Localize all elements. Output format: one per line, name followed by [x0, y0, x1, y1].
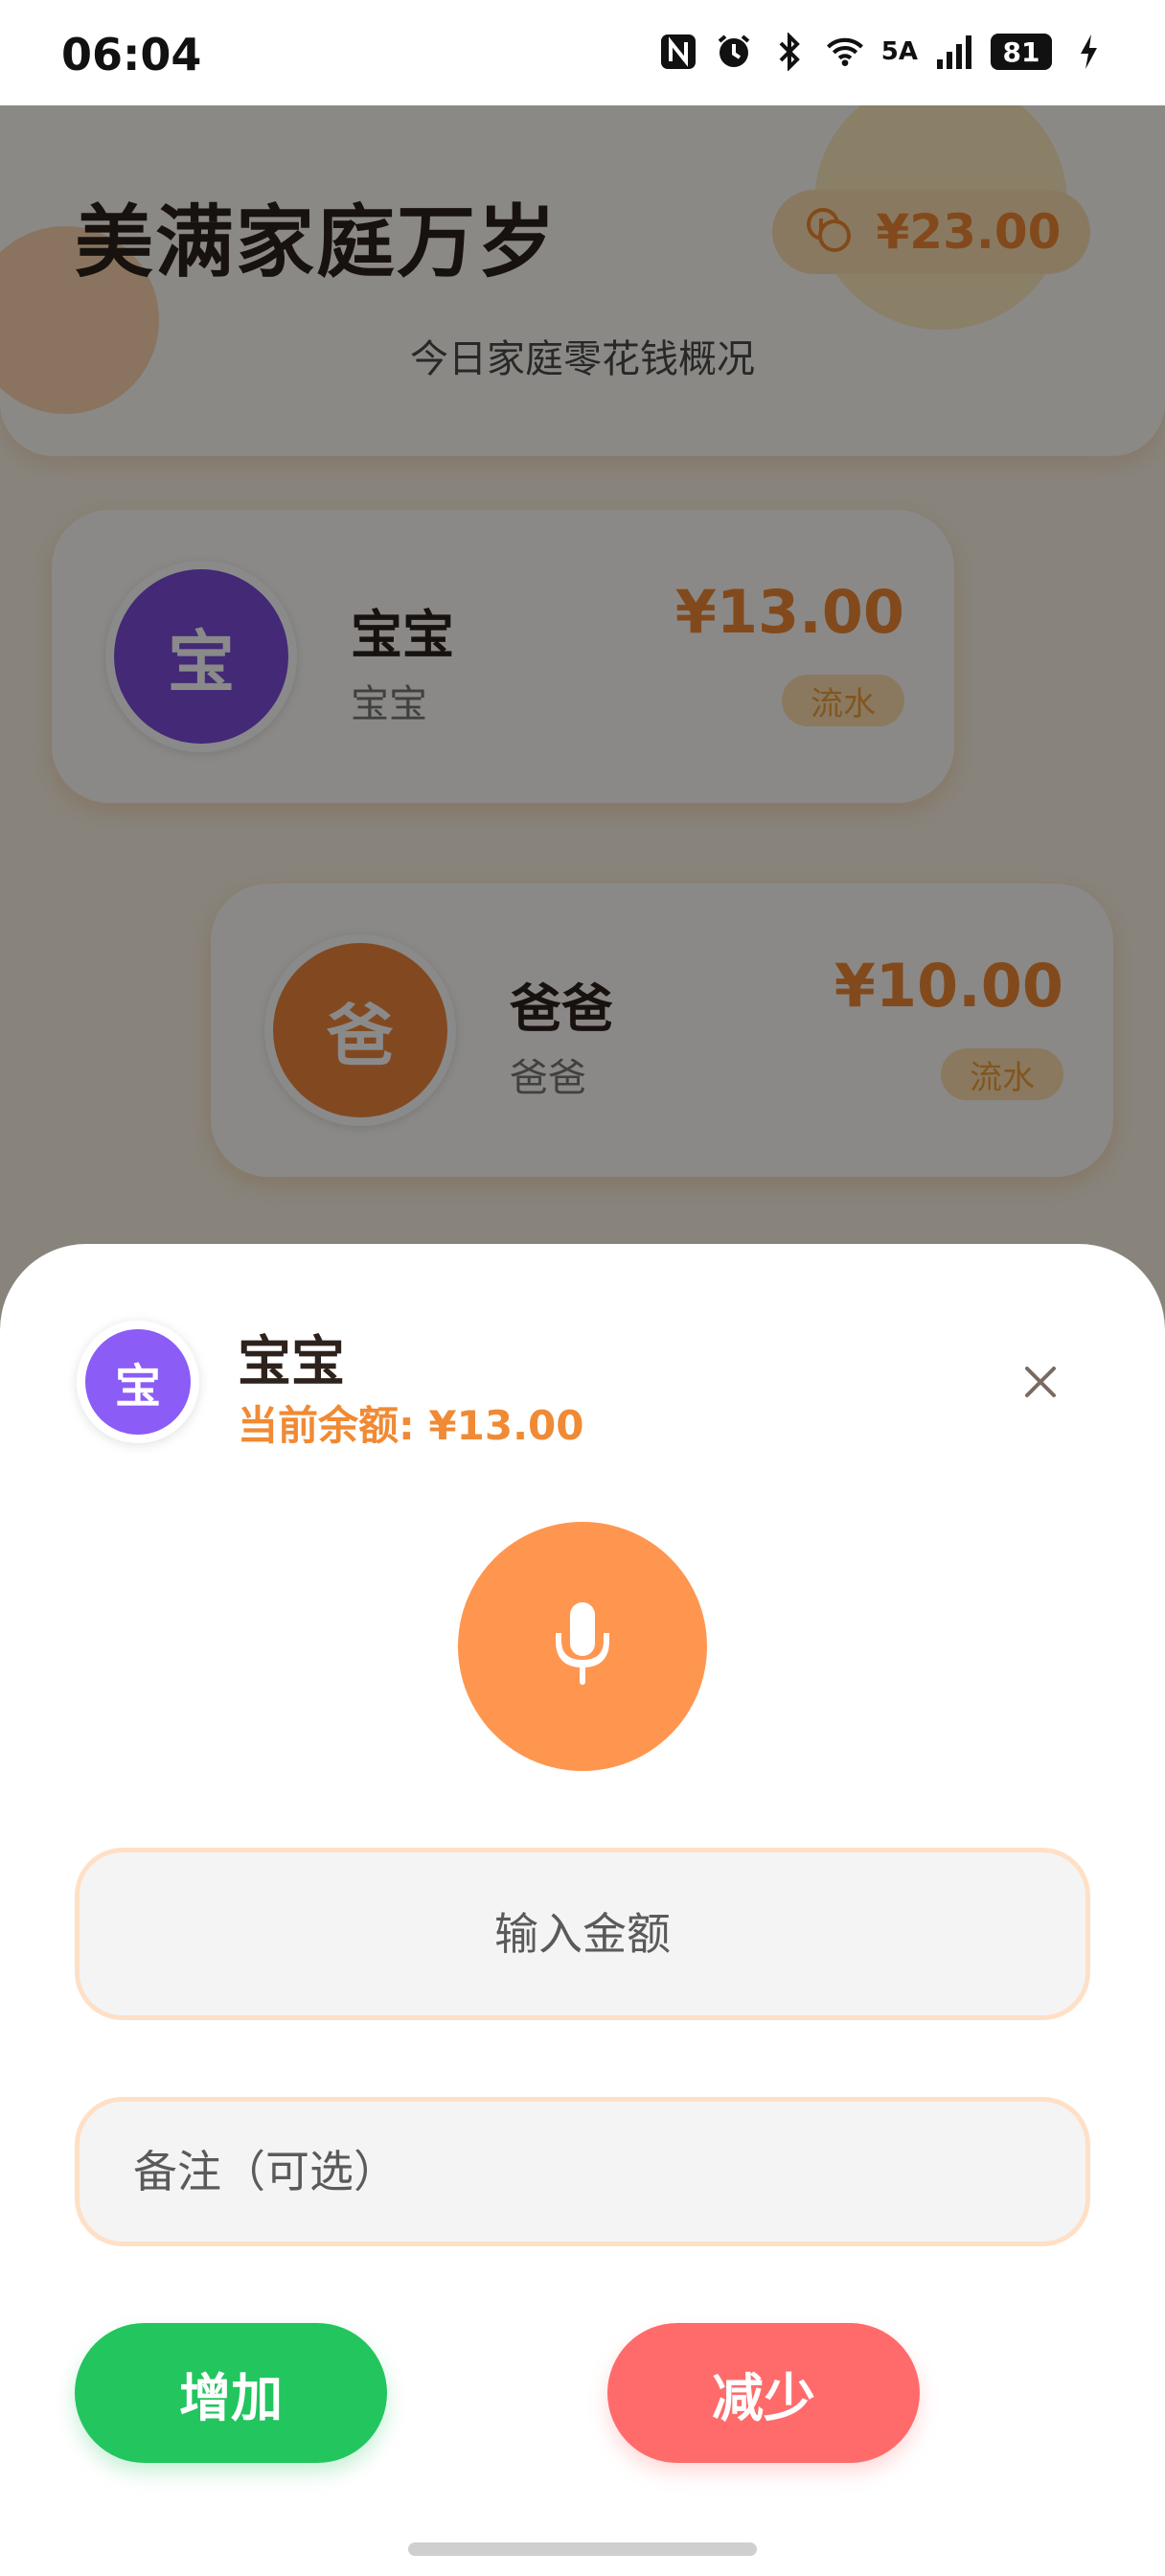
nfc-icon: [659, 33, 697, 71]
add-button[interactable]: 增加: [75, 2323, 387, 2463]
bluetooth-icon: [770, 33, 809, 71]
sheet-member-name: 宝宝: [238, 1331, 345, 1393]
signal-icon: [935, 33, 973, 71]
home-indicator[interactable]: [408, 2542, 757, 2556]
status-time: 06:04: [61, 29, 202, 80]
voice-input-button[interactable]: [458, 1522, 707, 1771]
current-balance: 当前余额: ¥13.00: [238, 1402, 584, 1449]
microphone-icon: [546, 1598, 619, 1694]
note-input[interactable]: [75, 2097, 1090, 2246]
amount-input[interactable]: [75, 1848, 1090, 2020]
close-button[interactable]: [1006, 1349, 1075, 1418]
wifi-icon: [826, 33, 864, 71]
sheet-avatar: 宝: [77, 1321, 199, 1443]
battery-icon: 81: [991, 34, 1052, 70]
status-icons: 5A 81: [659, 33, 1108, 71]
charging-icon: [1069, 33, 1108, 71]
transaction-sheet: 宝 宝宝 当前余额: ¥13.00 增加 减少: [0, 1244, 1165, 2576]
sheet-avatar-letter: 宝: [85, 1329, 191, 1435]
status-bar: 06:04 5A 81: [0, 0, 1165, 105]
alarm-icon: [715, 33, 753, 71]
network-type: 5A: [880, 37, 918, 66]
subtract-button[interactable]: 减少: [607, 2323, 920, 2463]
close-icon: [1021, 1363, 1060, 1405]
